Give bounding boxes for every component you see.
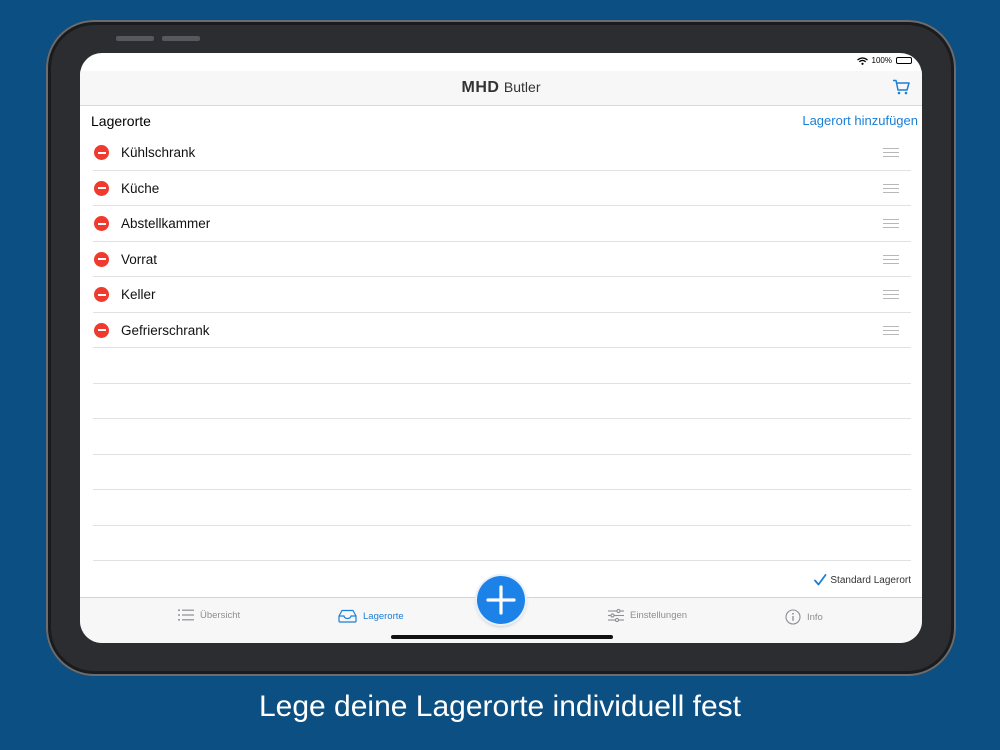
app-logo: MHD Butler <box>80 79 922 97</box>
tab-label: Einstellungen <box>630 610 688 621</box>
app-screen: 100% MHD Butler Lagerorte Lagerort hinzu… <box>80 53 922 643</box>
delete-icon[interactable] <box>94 251 109 267</box>
reorder-handle-icon[interactable] <box>883 148 899 160</box>
battery-icon <box>896 57 912 64</box>
cart-icon[interactable] <box>892 79 910 95</box>
section-title: Lagerorte <box>91 113 151 129</box>
location-name: Vorrat <box>121 251 158 267</box>
list-item[interactable]: Vorrat <box>93 242 911 277</box>
tray-icon <box>338 609 357 623</box>
location-name: Küche <box>121 180 160 196</box>
nav-bar: MHD Butler <box>80 71 922 106</box>
empty-row <box>93 526 911 561</box>
reorder-handle-icon[interactable] <box>883 183 899 196</box>
location-name: Abstellkammer <box>121 216 211 231</box>
battery-percent: 100% <box>871 56 892 65</box>
delete-icon[interactable] <box>94 145 109 160</box>
default-location-legend: Standard Lagerort <box>813 573 911 587</box>
volume-button <box>162 36 200 41</box>
status-bar: 100% <box>80 53 922 71</box>
tab-storage-locations[interactable]: Lagerorte <box>338 609 404 623</box>
plus-icon <box>486 585 516 615</box>
delete-icon[interactable] <box>94 180 109 196</box>
list-item[interactable]: Kühlschrank <box>93 135 911 171</box>
list-item[interactable]: Keller <box>93 277 911 313</box>
reorder-handle-icon[interactable] <box>883 325 899 338</box>
add-item-button[interactable] <box>477 576 525 624</box>
sliders-icon <box>608 609 624 622</box>
reorder-handle-icon[interactable] <box>883 219 899 231</box>
tab-info[interactable]: Info <box>785 609 823 625</box>
promo-caption: Lege deine Lagerorte individuell fest <box>258 690 741 723</box>
checkmark-icon <box>814 574 827 586</box>
list-item[interactable]: Gefrierschrank <box>93 313 911 348</box>
tab-label: Info <box>807 611 823 623</box>
empty-row <box>93 490 911 526</box>
list-icon <box>178 609 194 621</box>
delete-icon[interactable] <box>94 216 109 231</box>
tab-overview[interactable]: Übersicht <box>178 609 240 621</box>
delete-icon[interactable] <box>94 287 109 302</box>
tab-label: Übersicht <box>200 609 241 621</box>
logo-light-text: Butler <box>503 79 541 95</box>
wifi-icon <box>856 56 868 65</box>
location-list: Kühlschrank Küche Abstellkammer Vorrat K… <box>93 135 911 561</box>
location-name: Kühlschrank <box>121 145 196 160</box>
section-header: Lagerorte Lagerort hinzufügen <box>80 105 922 135</box>
add-location-link[interactable]: Lagerort hinzufügen <box>802 113 918 128</box>
list-item[interactable]: Küche <box>93 171 911 206</box>
location-name: Keller <box>121 287 156 302</box>
location-name: Gefrierschrank <box>121 322 210 338</box>
empty-row <box>93 348 911 384</box>
list-item[interactable]: Abstellkammer <box>93 206 911 242</box>
tab-settings[interactable]: Einstellungen <box>608 609 687 622</box>
reorder-handle-icon[interactable] <box>883 290 899 302</box>
reorder-handle-icon[interactable] <box>883 254 899 267</box>
empty-row <box>93 384 911 419</box>
delete-icon[interactable] <box>94 322 109 338</box>
tab-label: Lagerorte <box>363 610 404 622</box>
volume-button <box>116 36 154 41</box>
empty-row <box>93 455 911 490</box>
home-indicator <box>391 635 613 639</box>
info-icon <box>785 609 801 625</box>
default-location-label: Standard Lagerort <box>830 574 911 586</box>
empty-row <box>93 419 911 455</box>
logo-bold-text: MHD <box>461 79 500 96</box>
